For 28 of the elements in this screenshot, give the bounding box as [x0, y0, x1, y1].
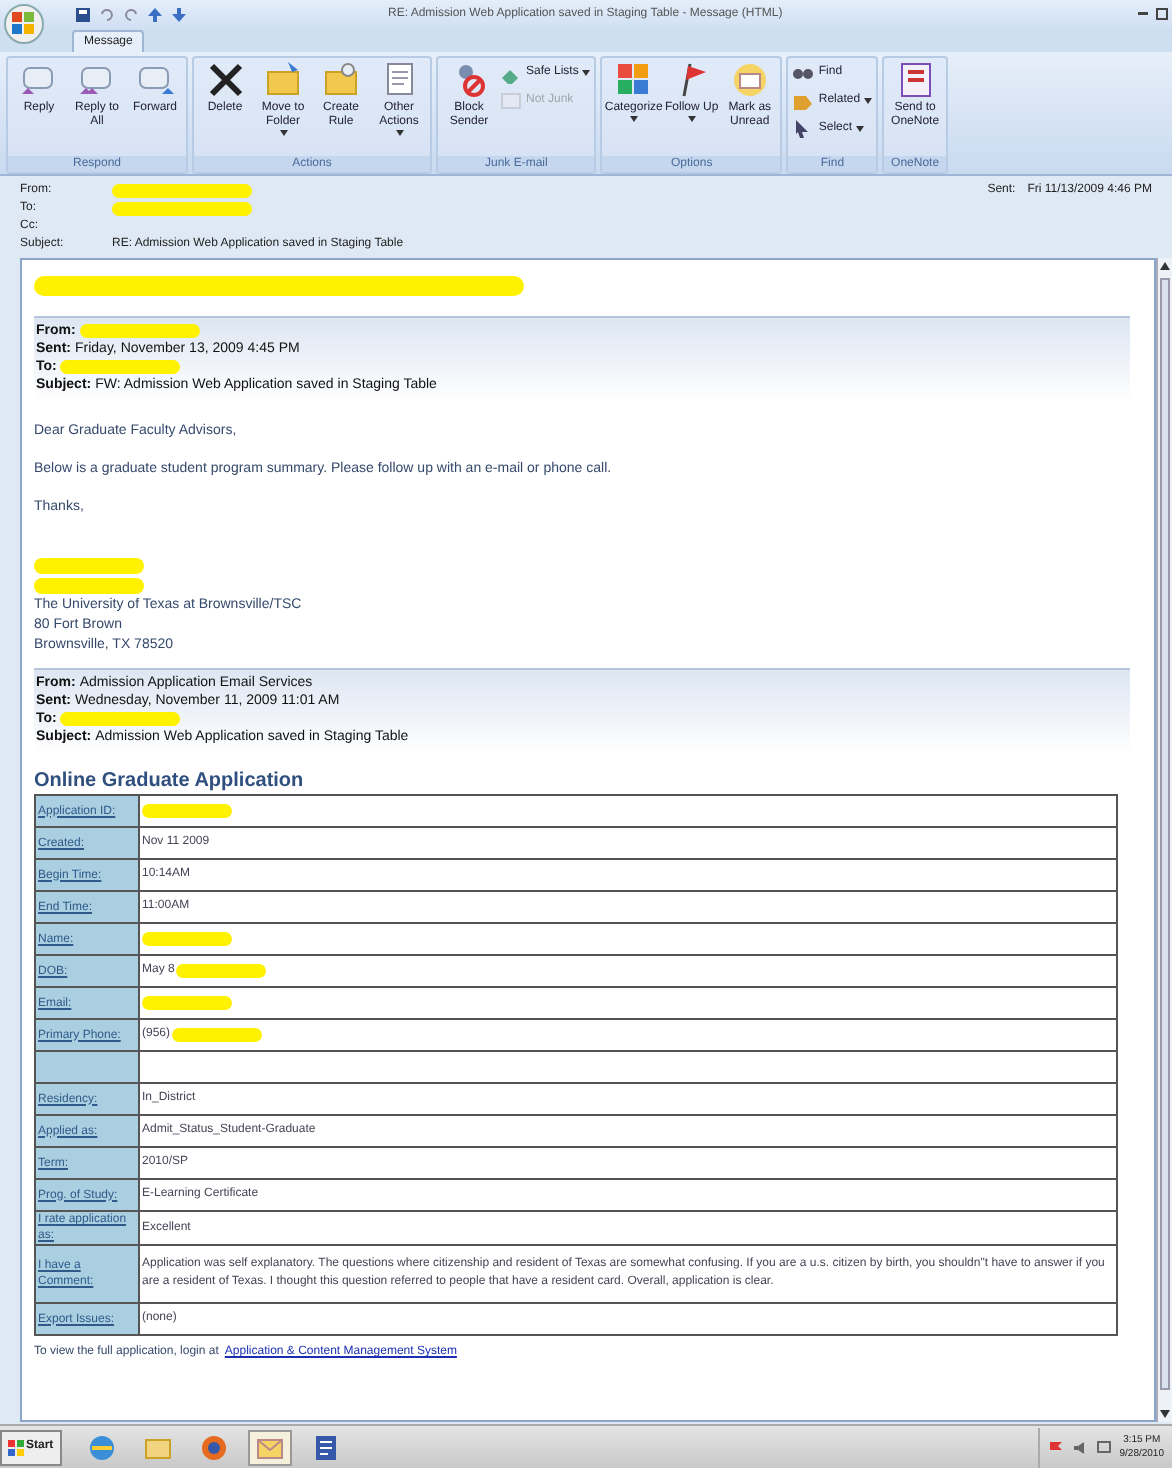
scrollbar[interactable]	[1156, 258, 1172, 1422]
maximize-icon[interactable]	[1156, 8, 1168, 20]
redo-icon[interactable]	[124, 8, 138, 22]
speaker-icon[interactable]	[1071, 1439, 1088, 1455]
scroll-down-icon[interactable]	[1160, 1410, 1170, 1418]
globe-icon	[87, 1433, 116, 1461]
folder-icon	[263, 60, 303, 100]
down-arrow-icon[interactable]	[172, 8, 186, 22]
up-arrow-icon[interactable]	[148, 8, 162, 22]
related-icon	[792, 90, 815, 112]
folder-icon	[321, 60, 361, 100]
scrollbar-thumb[interactable]	[1160, 278, 1170, 1390]
document-icon	[311, 1433, 340, 1461]
network-icon[interactable]	[1095, 1439, 1112, 1455]
undo-icon[interactable]	[100, 8, 114, 22]
scroll-up-icon[interactable]	[1160, 262, 1170, 270]
delete-icon	[205, 60, 245, 100]
windows-logo-icon	[8, 1439, 24, 1455]
section-heading: Online Graduate Application	[34, 770, 306, 794]
flag-icon[interactable]	[1047, 1439, 1064, 1455]
notebook-icon	[895, 60, 936, 100]
minimize-icon[interactable]	[1138, 12, 1148, 16]
category-grid-icon	[613, 60, 654, 100]
folder-icon	[143, 1433, 172, 1461]
save-icon[interactable]	[76, 8, 90, 22]
browser-icon	[199, 1433, 228, 1461]
office-logo-icon	[12, 12, 36, 36]
office-button[interactable]	[4, 4, 44, 44]
